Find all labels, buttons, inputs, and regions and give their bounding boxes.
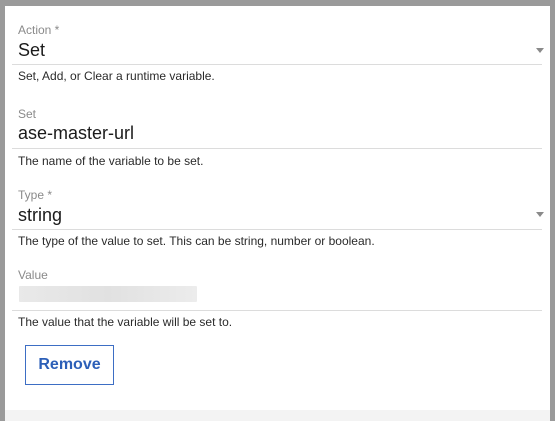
chevron-down-icon[interactable] (536, 212, 544, 217)
runtime-variable-form: Action * Set Set, Add, or Clear a runtim… (5, 6, 550, 410)
type-underline (12, 229, 542, 230)
action-help: Set, Add, or Clear a runtime variable. (18, 69, 215, 83)
type-help: The type of the value to set. This can b… (18, 234, 375, 248)
type-label: Type * (18, 188, 53, 202)
action-underline (12, 64, 542, 65)
remove-button[interactable]: Remove (25, 345, 114, 385)
type-select[interactable]: string (18, 205, 62, 226)
set-input[interactable]: ase-master-url (18, 123, 134, 144)
set-label: Set (18, 107, 37, 121)
set-underline (12, 148, 542, 149)
value-help: The value that the variable will be set … (18, 315, 233, 329)
chevron-down-icon[interactable] (536, 48, 544, 53)
value-underline (12, 310, 542, 311)
action-label: Action * (18, 23, 60, 37)
set-help: The name of the variable to be set. (18, 154, 204, 168)
value-input[interactable] (19, 286, 197, 302)
action-select[interactable]: Set (18, 40, 45, 61)
value-label: Value (18, 268, 48, 282)
panel-footer (5, 410, 550, 421)
